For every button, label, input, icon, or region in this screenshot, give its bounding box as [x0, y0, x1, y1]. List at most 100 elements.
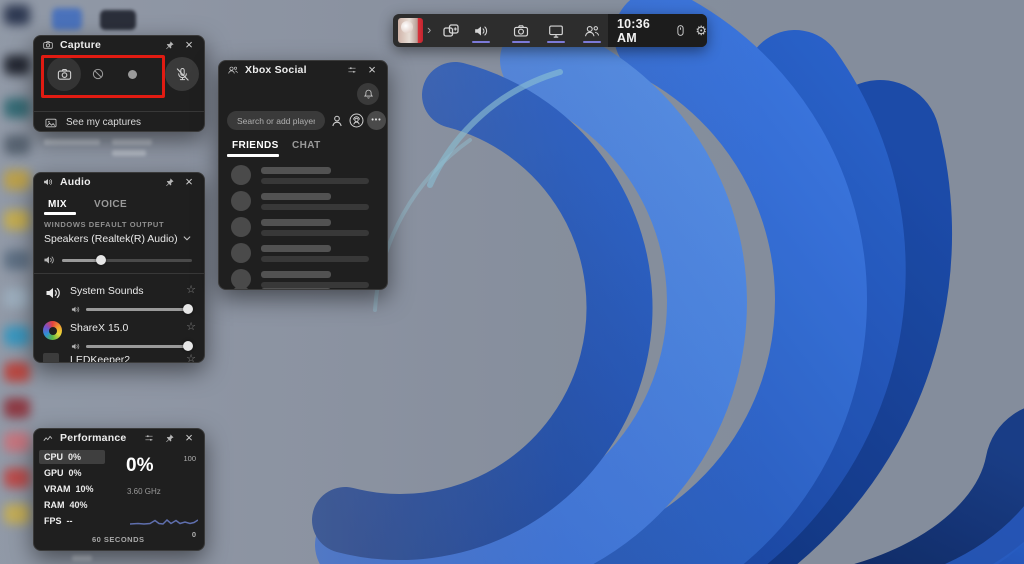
output-device-select[interactable]: Speakers (Realtek(R) Audio): [44, 233, 178, 245]
app-volume-slider[interactable]: [86, 303, 192, 315]
close-icon[interactable]: ×: [365, 63, 379, 77]
see-my-captures-label: See my captures: [66, 117, 141, 128]
gamebar-main-bar: › 10:36 AM ⚙: [393, 14, 707, 47]
close-icon[interactable]: ×: [182, 175, 196, 189]
social-widget-toggle[interactable]: [574, 14, 610, 47]
master-volume-slider[interactable]: [62, 254, 192, 266]
user-avatar[interactable]: [398, 18, 423, 43]
capture-widget-toggle[interactable]: [503, 14, 539, 47]
active-indicator: [472, 41, 490, 43]
slider-thumb[interactable]: [183, 341, 193, 351]
system-sounds-icon: [43, 283, 63, 303]
pin-icon[interactable]: [162, 431, 176, 445]
desktop-icon-blob[interactable]: [52, 8, 82, 30]
divider: [34, 273, 204, 274]
search-input[interactable]: [227, 111, 325, 130]
pin-icon[interactable]: [162, 38, 176, 52]
desktop-icon-blob[interactable]: [4, 468, 30, 488]
stat-row-cpu[interactable]: CPU 0%: [39, 450, 105, 464]
start-recording-button[interactable]: [115, 57, 149, 91]
sharex-app-icon: [43, 321, 62, 340]
record-last-button[interactable]: [81, 57, 115, 91]
stat-row-vram[interactable]: VRAM 10%: [39, 482, 105, 496]
friend-list-item[interactable]: [219, 189, 387, 214]
stat-row-ram[interactable]: RAM 40%: [39, 498, 105, 512]
see-my-captures-button[interactable]: See my captures: [34, 111, 204, 132]
active-tab-underline: [44, 212, 76, 215]
capture-widget-header: Capture ×: [34, 36, 204, 54]
desktop-icon-blob[interactable]: [4, 362, 30, 382]
avatar: [231, 165, 251, 185]
looking-for-group-button[interactable]: [347, 111, 366, 130]
friend-list-item[interactable]: [219, 215, 387, 240]
friend-list-item[interactable]: [219, 284, 387, 290]
friend-list-item[interactable]: [219, 241, 387, 266]
desktop-icon-blob[interactable]: [4, 135, 30, 155]
gear-icon[interactable]: ⚙: [695, 24, 707, 37]
mouse-passthrough-button[interactable]: [673, 23, 688, 38]
avatar: [231, 243, 251, 263]
social-widget-header: Xbox Social ×: [219, 61, 387, 79]
desktop-icon-blob[interactable]: [4, 98, 30, 118]
active-indicator: [547, 41, 565, 43]
desktop-icon-blob[interactable]: [4, 170, 30, 190]
active-indicator: [512, 41, 530, 43]
ledkeeper-app-icon: [43, 353, 59, 363]
chevron-down-icon[interactable]: [180, 231, 194, 245]
desktop-icon-blob[interactable]: [4, 432, 30, 452]
tab-chat[interactable]: CHAT: [292, 140, 321, 151]
stat-label: RAM: [44, 500, 65, 510]
stat-value: --: [67, 516, 73, 526]
cpu-usage-graph: [130, 511, 198, 529]
slider-thumb[interactable]: [183, 304, 193, 314]
desktop-icon-blob[interactable]: [4, 210, 30, 230]
app-volume-slider[interactable]: [86, 340, 192, 352]
screenshot-button[interactable]: [47, 57, 81, 91]
active-indicator: [583, 41, 601, 43]
stat-label: GPU: [44, 468, 64, 478]
widgets-menu-button[interactable]: [441, 21, 461, 41]
performance-widget: Performance × CPU 0% GPU 0% VRAM 10% RAM…: [33, 428, 205, 551]
desktop-icon-blob[interactable]: [4, 288, 30, 308]
desktop-icon-blob[interactable]: [4, 55, 30, 75]
pin-icon[interactable]: [162, 175, 176, 189]
tab-friends[interactable]: FRIENDS: [232, 140, 279, 151]
speaker-icon: [70, 341, 81, 352]
options-icon[interactable]: [345, 63, 359, 77]
chevron-right-icon[interactable]: ›: [427, 22, 431, 38]
slider-thumb[interactable]: [96, 255, 106, 265]
avatar: [231, 191, 251, 211]
tab-voice[interactable]: VOICE: [94, 199, 127, 210]
avatar: [231, 286, 251, 290]
desktop-icon-thumbnail[interactable]: [100, 10, 136, 30]
stat-label: VRAM: [44, 484, 71, 494]
stat-row-fps[interactable]: FPS --: [39, 514, 105, 528]
screen: › 10:36 AM ⚙ Capture: [0, 0, 1024, 564]
desktop-icon-blob[interactable]: [4, 326, 30, 346]
performance-widget-toggle[interactable]: [538, 14, 574, 47]
desktop-icon-blob[interactable]: [4, 250, 30, 270]
star-icon[interactable]: ☆: [186, 283, 196, 296]
star-icon[interactable]: ☆: [186, 352, 196, 363]
audio-widget-toggle[interactable]: [463, 14, 499, 47]
speaker-icon: [70, 304, 81, 315]
close-icon[interactable]: ×: [182, 38, 196, 52]
friend-list-item[interactable]: [219, 163, 387, 188]
capture-widget-title: Capture: [60, 39, 101, 51]
tab-mix[interactable]: MIX: [48, 199, 67, 210]
close-icon[interactable]: ×: [182, 431, 196, 445]
desktop-icon-blob[interactable]: [4, 398, 30, 418]
star-icon[interactable]: ☆: [186, 320, 196, 333]
stat-row-gpu[interactable]: GPU 0%: [39, 466, 105, 480]
desktop-icon-blob[interactable]: [4, 5, 30, 25]
add-friend-button[interactable]: [327, 111, 346, 130]
more-options-button[interactable]: •••: [367, 111, 386, 130]
options-icon[interactable]: [142, 431, 156, 445]
notifications-button[interactable]: [357, 83, 379, 105]
mic-toggle-button[interactable]: [165, 57, 199, 91]
graph-axis-min: 0: [192, 530, 196, 539]
app-name: System Sounds: [70, 285, 144, 297]
social-widget-title: Xbox Social: [245, 64, 307, 76]
performance-widget-header: Performance ×: [34, 429, 204, 447]
desktop-icon-blob[interactable]: [4, 504, 30, 524]
